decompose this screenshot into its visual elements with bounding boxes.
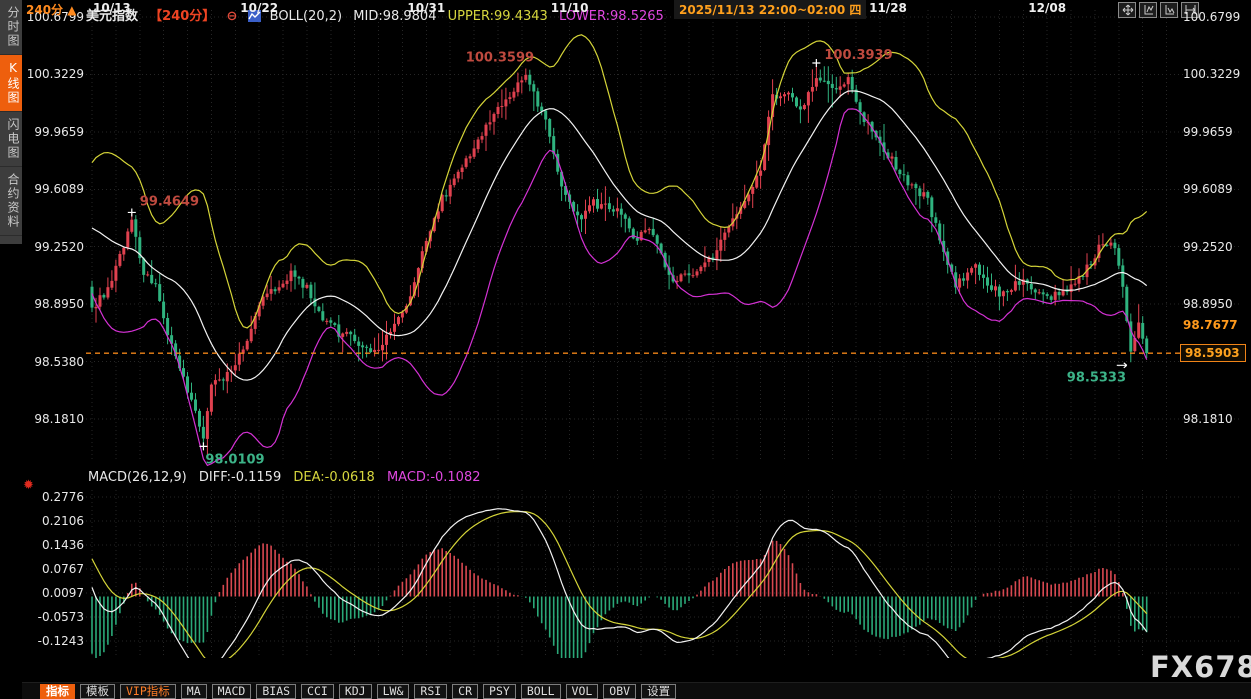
macd-diff-value: DIFF:-0.1159 — [199, 470, 281, 485]
chart-annotation: 99.4649 — [140, 195, 199, 210]
macd-tick: -0.0573 — [22, 610, 84, 624]
toolbar-button-BIAS[interactable]: BIAS — [256, 684, 296, 699]
toolbar-button-PSY[interactable]: PSY — [483, 684, 516, 699]
toolbar-button-VOL[interactable]: VOL — [566, 684, 599, 699]
scale-x-axis-icon[interactable] — [1160, 2, 1178, 18]
crosshair-date-label: 2025/11/13 22:00~02:00 四 — [674, 0, 866, 19]
date-tick: 11/10 — [551, 1, 589, 15]
scale-y-axis-icon[interactable] — [1139, 2, 1157, 18]
toolbar-button-OBV[interactable]: OBV — [603, 684, 636, 699]
toolbar-button-模板[interactable]: 模板 — [80, 684, 115, 699]
price-tick-right: 100.3229 — [1183, 67, 1240, 81]
toolbar-button-KDJ[interactable]: KDJ — [339, 684, 372, 699]
toolbar-button-LW&[interactable]: LW& — [377, 684, 410, 699]
date-tick: 10/31 — [407, 1, 445, 15]
date-tick: 11/28 — [869, 1, 907, 15]
price-tick-left: 98.5380 — [22, 355, 84, 369]
toolbar-button-MACD[interactable]: MACD — [212, 684, 252, 699]
macd-tick: -0.1243 — [22, 634, 84, 648]
price-tick-right: 99.2520 — [1183, 240, 1233, 254]
chart-canvas[interactable]: 99.4649 98.0109 100.3599 100.3939 98.5333 — [22, 0, 1251, 699]
macd-tick: 0.1436 — [22, 538, 84, 552]
sidebar: 分时图K线图闪电图合约资料 — [0, 0, 22, 699]
price-tick-left: 99.6089 — [22, 182, 84, 196]
date-tick: 10/13 — [93, 1, 131, 15]
price-tick-right: 98.8950 — [1183, 297, 1233, 311]
sidebar-rail: 分时图K线图闪电图合约资料 — [0, 0, 22, 244]
date-tick: 10/22 — [240, 1, 278, 15]
chart-annotation: 100.3939 — [824, 48, 892, 63]
collapse-icon[interactable]: ⊖ — [226, 9, 237, 24]
price-tick-right: 100.6799 — [1183, 10, 1240, 24]
prev-close-label: 98.7677 — [1183, 318, 1238, 332]
macd-tick: 0.0097 — [22, 586, 84, 600]
chart-annotation: 98.5333 — [1067, 370, 1126, 385]
chart-annotation: 100.3599 — [466, 51, 534, 66]
toolbar-button-BOLL[interactable]: BOLL — [521, 684, 561, 699]
macd-tick: 0.2106 — [22, 514, 84, 528]
last-price-label: 98.5903 — [1180, 344, 1246, 362]
price-tick-left: 100.3229 — [22, 67, 84, 81]
toolbar-button-指标[interactable]: 指标 — [40, 684, 75, 699]
toolbar-button-设置[interactable]: 设置 — [641, 684, 676, 699]
price-tick-left: 99.2520 — [22, 240, 84, 254]
sidebar-tab-1[interactable]: 分时图 — [0, 0, 22, 55]
sidebar-tab-4[interactable]: 合约资料 — [0, 167, 22, 236]
macd-dea-value: DEA:-0.0618 — [293, 470, 374, 485]
macd-tick: 0.2776 — [22, 490, 84, 504]
pan-tool-icon[interactable] — [1118, 2, 1136, 18]
toolbar-button-RSI[interactable]: RSI — [414, 684, 447, 699]
price-tick-left: 98.8950 — [22, 297, 84, 311]
period-chip[interactable]: 240分 ▲ — [26, 1, 76, 18]
price-tick-right: 98.1810 — [1183, 412, 1233, 426]
macd-title: MACD(26,12,9) — [88, 470, 187, 485]
toolbar-button-CCI[interactable]: CCI — [301, 684, 334, 699]
period-up-arrow-icon: ▲ — [67, 3, 76, 17]
chart-annotation: 98.0109 — [205, 452, 264, 467]
price-tick-left: 99.9659 — [22, 125, 84, 139]
price-tick-right: 99.9659 — [1183, 125, 1233, 139]
boll-upper-value: UPPER:99.4343 — [448, 9, 548, 24]
period-label: 【240分】 — [149, 9, 215, 24]
macd-tick: 0.0767 — [22, 562, 84, 576]
date-tick: 12/08 — [1028, 1, 1066, 15]
bottom-toolbar: 指标模板 VIP指标 MA MACD BIAS CCI KDJ LW&RSI CR PSY BOLL… — [22, 682, 1251, 699]
price-tick-right: 99.6089 — [1183, 182, 1233, 196]
price-tick-left: 98.1810 — [22, 412, 84, 426]
toolbar-button-MA[interactable]: MA — [181, 684, 207, 699]
indicator-name[interactable]: BOLL(20,2) — [270, 9, 343, 24]
macd-macd-value: MACD:-0.1082 — [387, 470, 481, 485]
macd-header: MACD(26,12,9) DIFF:-0.1159 DEA:-0.0618 M… — [88, 470, 489, 485]
sidebar-tab-3[interactable]: 闪电图 — [0, 112, 22, 167]
trading-app: 分时图K线图闪电图合约资料 99.4649 98.0109 100.3599 100.… — [0, 0, 1251, 699]
toolbar-button-VIP指标[interactable]: VIP指标 — [120, 684, 176, 699]
chart-area: 99.464998.0109100.3599100.393998.5333 美元… — [22, 0, 1251, 699]
sidebar-tab-2[interactable]: K线图 — [0, 55, 22, 112]
watermark: FX678 — [1150, 650, 1251, 684]
toolbar-button-CR[interactable]: CR — [452, 684, 478, 699]
